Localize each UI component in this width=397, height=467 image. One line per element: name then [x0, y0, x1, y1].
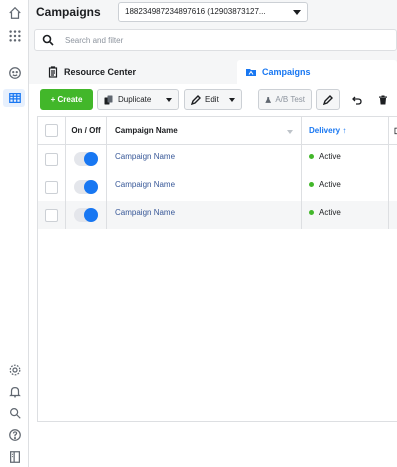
- create-button[interactable]: + Create: [40, 89, 93, 110]
- select-all-checkbox[interactable]: [45, 124, 58, 137]
- row-checkbox[interactable]: [45, 180, 58, 194]
- toolbar: + Create Duplicate Edit A/B Test: [29, 84, 397, 116]
- tab-label: Campaigns: [262, 67, 311, 77]
- apps-grid-icon[interactable]: [7, 28, 23, 44]
- row-select-cell: [38, 173, 66, 201]
- on-off-toggle[interactable]: [74, 208, 98, 222]
- toggle-knob: [84, 180, 98, 194]
- status-dot: [309, 182, 314, 187]
- column-header-campaign-name[interactable]: Campaign Name: [107, 117, 302, 144]
- account-label: 188234987234897616 (12903873127...: [125, 7, 266, 16]
- column-header-on-off[interactable]: On / Off: [66, 117, 107, 144]
- tab-label: Resource Center: [64, 67, 137, 77]
- pencil-icon: [323, 94, 333, 105]
- row-checkbox[interactable]: [45, 208, 58, 222]
- panel-icon[interactable]: [7, 449, 23, 465]
- search-icon: [42, 34, 54, 46]
- toggle-knob: [84, 152, 98, 166]
- table-bottom-border: [37, 421, 397, 422]
- row-select-cell: [38, 145, 66, 173]
- duplicate-label: Duplicate: [118, 95, 152, 104]
- row-toggle-cell: [66, 145, 107, 173]
- delivery-text: Active: [319, 180, 341, 189]
- status-dot: [309, 154, 314, 159]
- on-off-toggle[interactable]: [74, 180, 98, 194]
- row-checkbox[interactable]: [45, 152, 58, 166]
- row-toggle-cell: [66, 201, 107, 229]
- tab-campaigns[interactable]: Campaigns: [237, 60, 397, 84]
- tab-bar: Resource Center Campaigns: [29, 56, 397, 84]
- help-icon[interactable]: [7, 427, 23, 443]
- delivery-status: Active: [302, 201, 389, 229]
- delete-button[interactable]: [372, 89, 394, 110]
- bell-icon[interactable]: [7, 384, 23, 400]
- smiley-icon[interactable]: [7, 65, 23, 81]
- on-off-toggle[interactable]: [74, 152, 98, 166]
- ab-test-label: A/B Test: [275, 95, 305, 104]
- chevron-down-icon: [166, 98, 172, 102]
- edit-button[interactable]: Edit: [184, 89, 242, 110]
- select-all-cell: [38, 117, 66, 144]
- search-input[interactable]: [65, 32, 365, 48]
- page-title: Campaigns: [36, 5, 101, 19]
- tab-resource-center[interactable]: Resource Center: [37, 60, 237, 84]
- status-dot: [309, 210, 314, 215]
- column-header-label: Campaign Name: [115, 126, 178, 135]
- account-selector[interactable]: 188234987234897616 (12903873127...: [118, 2, 308, 22]
- delivery-text: Active: [319, 152, 341, 161]
- chevron-down-icon: [293, 10, 301, 15]
- row-select-cell: [38, 201, 66, 229]
- folder-icon: [246, 69, 256, 76]
- table-row[interactable]: Campaign Name Active: [38, 145, 397, 173]
- campaigns-table: On / Off Campaign Name Delivery ↑ ▯ Camp…: [37, 116, 397, 421]
- header-bar: Campaigns 188234987234897616 (1290387312…: [29, 0, 397, 26]
- search-bar[interactable]: [34, 29, 397, 51]
- ads-manager-window: Campaigns 188234987234897616 (1290387312…: [0, 0, 397, 467]
- toggle-knob: [84, 208, 98, 222]
- settings-icon[interactable]: [7, 362, 23, 378]
- column-header-next[interactable]: ▯: [389, 117, 397, 144]
- table-icon[interactable]: [7, 90, 23, 106]
- pencil-icon: [191, 94, 201, 105]
- search-bar-container: [29, 26, 397, 56]
- left-rail: [0, 0, 29, 467]
- campaign-name-link[interactable]: Campaign Name: [107, 173, 302, 201]
- clipboard-icon: [48, 66, 58, 78]
- campaign-name-link[interactable]: Campaign Name: [107, 201, 302, 229]
- table-header: On / Off Campaign Name Delivery ↑ ▯: [38, 117, 397, 145]
- table-row[interactable]: Campaign Name Active: [38, 173, 397, 201]
- edit-label: Edit: [205, 95, 219, 104]
- row-toggle-cell: [66, 173, 107, 201]
- undo-icon: [352, 96, 362, 105]
- column-header-delivery[interactable]: Delivery ↑: [302, 117, 389, 144]
- delivery-text: Active: [319, 208, 341, 217]
- delivery-status: Active: [302, 145, 389, 173]
- table-row[interactable]: Campaign Name Active: [38, 201, 397, 229]
- home-icon[interactable]: [7, 5, 23, 21]
- trash-icon: [379, 95, 387, 104]
- flask-icon: [265, 96, 272, 103]
- sort-caret-icon: [287, 130, 293, 134]
- campaign-name-link[interactable]: Campaign Name: [107, 145, 302, 173]
- create-label: + Create: [50, 95, 83, 104]
- search-icon[interactable]: [7, 405, 23, 421]
- duplicate-icon: [104, 95, 113, 104]
- ab-test-button[interactable]: A/B Test: [258, 89, 312, 110]
- chevron-down-icon: [229, 98, 235, 102]
- delivery-status: Active: [302, 173, 389, 201]
- undo-button[interactable]: [346, 89, 368, 110]
- duplicate-button[interactable]: Duplicate: [97, 89, 179, 110]
- inline-edit-button[interactable]: [316, 89, 340, 110]
